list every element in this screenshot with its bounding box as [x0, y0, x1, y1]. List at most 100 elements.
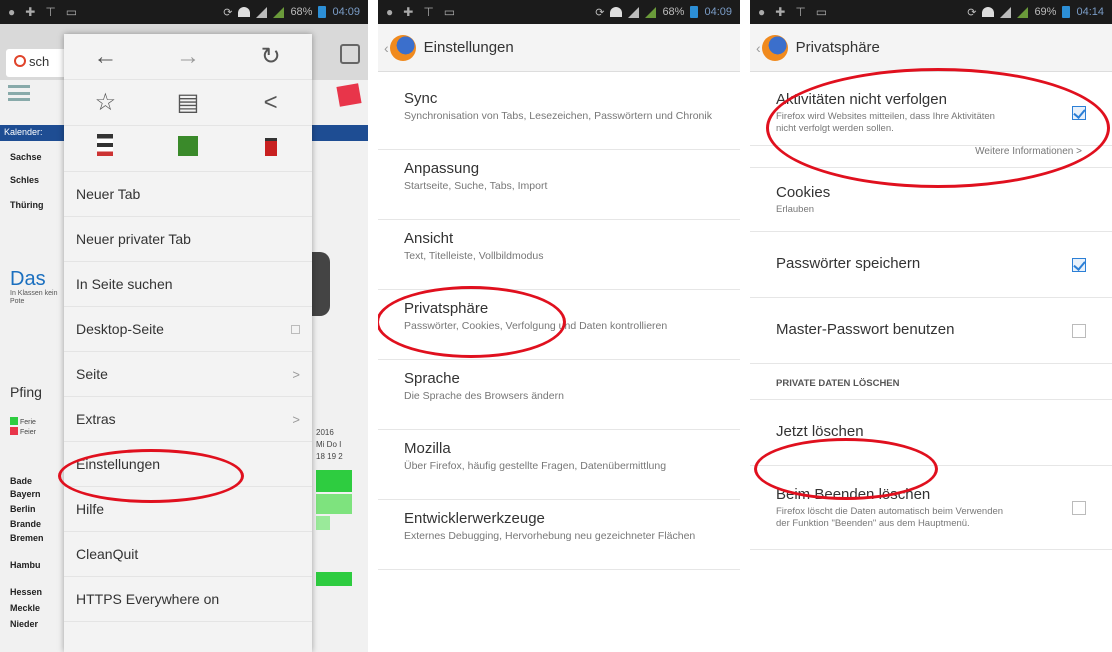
- signal-icon-2: [1017, 6, 1029, 18]
- browser-overflow-menu: ← → ↻ ☆ ▤ < Neuer Tab Neuer privater Tab…: [64, 34, 312, 652]
- calendar-cell: [316, 572, 352, 586]
- battery-percent: 69%: [1034, 6, 1057, 18]
- status-bar: ● ✚ ⊤ ▭ ⟳ 68% 04:09: [0, 0, 368, 24]
- back-chevron-icon[interactable]: ‹: [384, 40, 389, 56]
- state-row: Bremen: [10, 533, 44, 543]
- calendar-cell: [316, 516, 330, 530]
- legend-item: Ferie: [10, 417, 36, 426]
- signal-icon: [256, 6, 268, 18]
- phone-browser-menu: ● ✚ ⊤ ▭ ⟳ 68% 04:09 sch Kalender: Sachse Sc…: [0, 0, 368, 652]
- state-row: Meckle: [10, 603, 41, 613]
- menu-action-row: ☆ ▤ <: [64, 80, 312, 126]
- page-heading-2: Pfing: [10, 384, 42, 400]
- setting-clear-on-exit[interactable]: Beim Beenden löschen Firefox löscht die D…: [750, 466, 1112, 550]
- forward-arrow-icon[interactable]: →: [168, 43, 208, 71]
- wifi-icon: [982, 7, 995, 17]
- do-not-track-checkbox[interactable]: [1072, 105, 1086, 120]
- phone-privacy: ● ✚ ⊤ ▭ ⟳ 69% 04:14 ‹ Privatsphäre Aktivitä…: [750, 0, 1112, 652]
- bookmark-ribbon-icon: [336, 83, 362, 107]
- chevron-right-icon: >: [292, 366, 300, 382]
- settings-header[interactable]: ‹ Einstellungen: [378, 24, 740, 72]
- sync-icon: ⟳: [223, 6, 233, 19]
- settings-item-devtools[interactable]: Entwicklerwerkzeuge Externes Debugging, H…: [378, 500, 740, 570]
- setting-do-not-track[interactable]: Aktivitäten nicht verfolgen Firefox wird …: [750, 80, 1112, 146]
- state-row: Bayern: [10, 489, 41, 499]
- menu-item-settings[interactable]: Einstellungen: [64, 442, 312, 487]
- reload-icon[interactable]: ↻: [251, 42, 291, 71]
- usb-icon: ✚: [403, 5, 414, 19]
- evernote-icon[interactable]: [168, 135, 208, 163]
- calendar-cell: [316, 494, 352, 514]
- back-chevron-icon[interactable]: ‹: [756, 40, 761, 56]
- state-row: Hambu: [10, 560, 41, 570]
- bookmark-star-icon[interactable]: ☆: [85, 88, 125, 117]
- settings-item-display[interactable]: Ansicht Text, Titelleiste, Vollbildmodus: [378, 220, 740, 290]
- privacy-list: Aktivitäten nicht verfolgen Firefox wird …: [750, 80, 1112, 550]
- menu-item-cleanquit[interactable]: CleanQuit: [64, 532, 312, 577]
- page-title: Einstellungen: [423, 39, 514, 56]
- settings-item-privacy[interactable]: Privatsphäre Passwörter, Cookies, Verfolg…: [378, 290, 740, 360]
- calendar-dates: 18 19 2: [316, 452, 343, 461]
- share-icon[interactable]: <: [251, 89, 291, 117]
- setting-save-passwords[interactable]: Passwörter speichern: [750, 232, 1112, 298]
- back-arrow-icon[interactable]: ←: [85, 43, 125, 71]
- menu-item-page[interactable]: Seite >: [64, 352, 312, 397]
- more-info-link[interactable]: Weitere Informationen >: [750, 146, 1112, 168]
- menu-item-find-in-page[interactable]: In Seite suchen: [64, 262, 312, 307]
- master-password-checkbox[interactable]: [1072, 323, 1086, 338]
- addon-page-icon[interactable]: [85, 134, 125, 163]
- calendar-days: Mi Do I: [316, 440, 342, 449]
- state-row: Bade: [10, 476, 33, 486]
- state-row: Brande: [10, 519, 42, 529]
- usb-icon: ✚: [775, 5, 786, 19]
- clock: 04:09: [332, 6, 360, 18]
- signal-icon-2: [273, 6, 285, 18]
- menu-item-tools[interactable]: Extras >: [64, 397, 312, 442]
- state-row: Hessen: [10, 587, 43, 597]
- settings-item-customize[interactable]: Anpassung Startseite, Suche, Tabs, Import: [378, 150, 740, 220]
- menu-item-new-tab[interactable]: Neuer Tab: [64, 172, 312, 217]
- signal-icon: [628, 6, 640, 18]
- setting-cookies[interactable]: Cookies Erlauben: [750, 168, 1112, 232]
- notification-icon: ●: [758, 5, 766, 19]
- page-row: Thüring: [10, 200, 44, 210]
- phone-settings: ● ✚ ⊤ ▭ ⟳ 68% 04:09 ‹ Einstellungen Sync Syn…: [378, 0, 740, 652]
- page-subtext: In Klassen kein Pote: [10, 290, 58, 305]
- calendar-year: 2016: [316, 428, 334, 437]
- signal-off-icon: ⊤: [423, 5, 434, 19]
- page-row: Sachse: [10, 152, 42, 162]
- url-text: sch: [29, 54, 50, 69]
- setting-master-password[interactable]: Master-Passwort benutzen: [750, 298, 1112, 364]
- chevron-right-icon: >: [292, 411, 300, 427]
- save-passwords-checkbox[interactable]: [1072, 257, 1086, 272]
- menu-item-https-everywhere[interactable]: HTTPS Everywhere on: [64, 577, 312, 622]
- notification-icon: ●: [8, 5, 16, 19]
- settings-item-mozilla[interactable]: Mozilla Über Firefox, häufig gestellte Fr…: [378, 430, 740, 500]
- clock: 04:09: [704, 6, 732, 18]
- status-bar: ● ✚ ⊤ ▭ ⟳ 68% 04:09: [378, 0, 740, 24]
- wifi-icon: [238, 7, 251, 17]
- settings-item-language[interactable]: Sprache Die Sprache des Browsers ändern: [378, 360, 740, 430]
- privacy-header[interactable]: ‹ Privatsphäre: [750, 24, 1112, 72]
- notification-icon: ●: [386, 5, 394, 19]
- battery-icon: [1062, 6, 1071, 18]
- state-row: Nieder: [10, 619, 39, 629]
- trash-icon[interactable]: [251, 135, 291, 163]
- setting-clear-now[interactable]: Jetzt löschen: [750, 400, 1112, 466]
- menu-item-help[interactable]: Hilfe: [64, 487, 312, 532]
- reading-list-icon[interactable]: ▤: [168, 88, 208, 117]
- menu-item-desktop-site[interactable]: Desktop-Seite: [64, 307, 312, 352]
- signal-icon-2: [645, 6, 657, 18]
- page-title: Privatsphäre: [795, 39, 880, 56]
- menu-item-new-private-tab[interactable]: Neuer privater Tab: [64, 217, 312, 262]
- tabs-counter-button[interactable]: [340, 44, 360, 64]
- signal-icon: [1000, 6, 1012, 18]
- wifi-icon: [610, 7, 623, 17]
- image-icon: ▭: [443, 5, 456, 19]
- desktop-site-checkbox[interactable]: [291, 324, 300, 334]
- hamburger-menu-icon[interactable]: [8, 85, 30, 101]
- clear-on-exit-checkbox[interactable]: [1072, 500, 1086, 515]
- settings-item-sync[interactable]: Sync Synchronisation von Tabs, Lesezeiche…: [378, 80, 740, 150]
- clock: 04:14: [1076, 6, 1104, 18]
- page-row: Schles: [10, 175, 40, 185]
